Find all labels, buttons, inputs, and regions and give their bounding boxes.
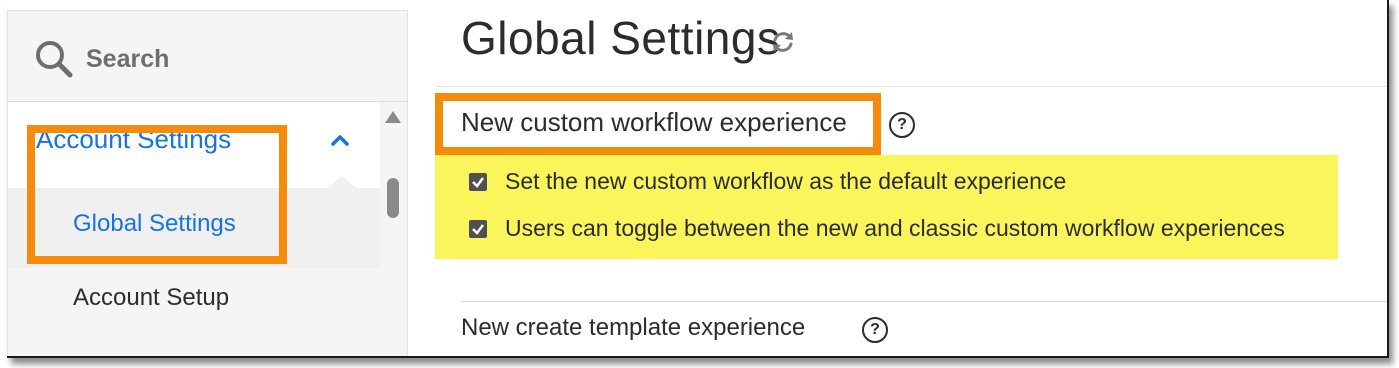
search-input[interactable] [84, 41, 368, 77]
sidebar: Account Settings Global Settings Account… [7, 10, 408, 356]
title-divider [436, 86, 1387, 87]
app-window: Account Settings Global Settings Account… [7, 0, 1389, 358]
option-default-experience[interactable]: Set the new custom workflow as the defau… [469, 168, 1066, 195]
sidebar-group-account-settings[interactable]: Account Settings [8, 102, 380, 188]
help-icon[interactable]: ? [862, 317, 888, 343]
active-pointer [328, 176, 356, 188]
section-title-create-template: New create template experience [461, 314, 806, 341]
search-icon [36, 41, 73, 78]
chevron-up-icon[interactable] [328, 132, 352, 148]
search-bar [8, 11, 407, 102]
section-title-custom-workflow: New custom workflow experience [461, 107, 847, 137]
scrollbar-thumb[interactable] [387, 178, 399, 218]
checkbox-icon[interactable] [469, 219, 487, 238]
sidebar-nav: Account Settings Global Settings Account… [8, 102, 380, 356]
sidebar-item-account-setup[interactable]: Account Setup [73, 284, 229, 312]
checkbox-icon[interactable] [469, 172, 487, 191]
section-divider [461, 301, 1387, 302]
sidebar-group-label: Account Settings [36, 124, 232, 154]
option-toggle-experiences[interactable]: Users can toggle between the new and cla… [469, 215, 1285, 242]
option-label: Users can toggle between the new and cla… [505, 215, 1285, 241]
help-icon[interactable]: ? [889, 112, 915, 138]
sidebar-item-global-settings[interactable]: Global Settings [8, 188, 380, 268]
sidebar-item-label: Global Settings [73, 210, 236, 237]
option-label: Set the new custom workflow as the defau… [505, 168, 1067, 194]
refresh-icon[interactable] [769, 28, 797, 56]
page-title: Global Settings [461, 12, 781, 64]
scroll-up-arrow-icon[interactable] [385, 111, 401, 123]
